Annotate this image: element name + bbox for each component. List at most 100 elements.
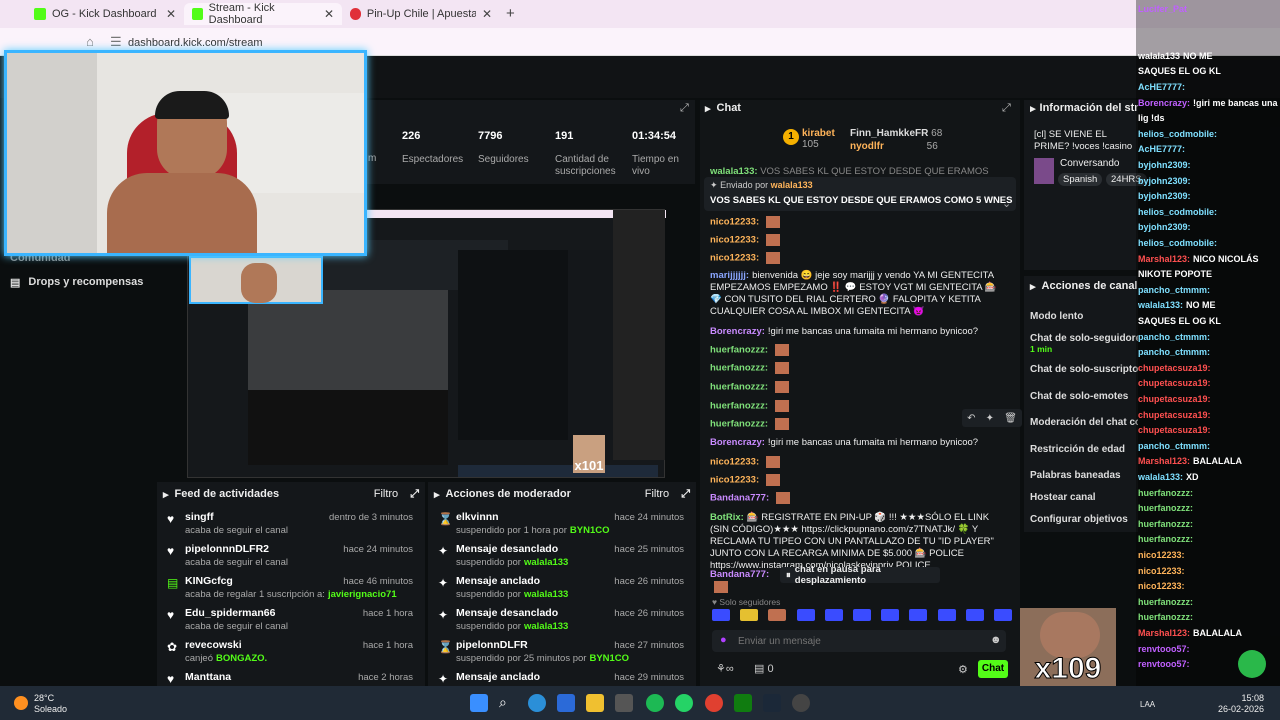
filter-button[interactable]: Filtro [645, 488, 669, 500]
whatsapp-icon[interactable] [675, 694, 693, 712]
expand-icon[interactable]: ⤢ [410, 488, 419, 501]
settings-icon[interactable]: ⚙ [958, 663, 968, 676]
chevron-down-icon[interactable]: ⌄ [1002, 197, 1011, 210]
overlay-username: chupetacsuza19: [1138, 362, 1211, 373]
points-icon[interactable]: ⚘∞ [716, 662, 734, 675]
overlay-username: pancho_ctmmm: [1138, 440, 1211, 451]
url-input[interactable]: dashboard.kick.com/stream [128, 37, 263, 49]
chat-username: nico12233: [710, 474, 760, 486]
search-icon[interactable]: ⌕ [499, 694, 517, 712]
app-icon[interactable] [615, 694, 633, 712]
channel-action-item[interactable]: Chat de solo-emotes [1030, 391, 1138, 402]
chat-username: nico12233: [710, 252, 760, 264]
new-tab-icon[interactable]: + [506, 5, 515, 22]
reply-icon[interactable]: ↶ [967, 413, 975, 424]
pin-icon[interactable]: ✦ [986, 413, 994, 424]
channel-action-item[interactable]: Chat de solo-seguidores [1030, 333, 1138, 344]
channel-action-item[interactable]: Configurar objetivos [1030, 514, 1138, 525]
overlay-chat-line [1138, 33, 1278, 47]
edge-icon[interactable] [528, 694, 546, 712]
chat-message: nico12233: [710, 252, 1010, 265]
chat-text: 🎰 REGISTRATE EN PIN-UP 🎲 !!! ★★★SÓLO EL … [710, 512, 994, 571]
mod-action-title[interactable]: pipelonnDLFR [456, 639, 528, 651]
hourglass-icon: ⌛ [438, 640, 453, 654]
activity-username[interactable]: KINGcfcg [185, 575, 233, 587]
pinned-message[interactable]: ✦ Enviado por walala133 VOS SABES KL QUE… [704, 177, 1016, 211]
folder-icon[interactable] [586, 694, 604, 712]
emoji-icon[interactable]: ☻ [990, 634, 1002, 646]
obs-icon[interactable] [792, 694, 810, 712]
activity-description: acaba de seguir el canal [185, 525, 288, 536]
activity-username[interactable]: revecowski [185, 639, 242, 651]
clock[interactable]: 15:08 26-02-2026 [1218, 693, 1264, 715]
start-icon[interactable] [470, 694, 488, 712]
chrome-icon[interactable] [705, 694, 723, 712]
filter-button[interactable]: Filtro [374, 488, 398, 500]
chat-paused-banner[interactable]: ⏸ chat en pausa para desplazamiento [780, 564, 940, 586]
store-icon[interactable] [557, 694, 575, 712]
activity-feed-header: ▸ Feed de actividades Filtro ⤢ [163, 484, 419, 504]
delete-icon[interactable]: 🗑 [1004, 413, 1017, 424]
chat-message: huerfanozzz: [710, 362, 1010, 375]
channel-action-item[interactable]: Hostear canal [1030, 492, 1138, 503]
pin-icon: ✦ [438, 576, 449, 590]
channel-action-item[interactable]: Modo lento [1030, 311, 1138, 322]
home-icon[interactable]: ⌂ [86, 34, 94, 49]
overlay-chat-line: huerfanozzz: [1138, 517, 1278, 531]
sidebar-item-drops[interactable]: ▤ Drops y recompensas [10, 276, 143, 289]
weather-widget[interactable]: 28°C Soleado [34, 693, 67, 715]
steam-icon[interactable] [763, 694, 781, 712]
keyboard-lang[interactable]: LAA [1140, 700, 1155, 709]
channel-action-item[interactable]: Moderación del chat con IA [1030, 417, 1138, 428]
channel-action-item[interactable]: Palabras baneadas [1030, 470, 1138, 481]
send-chat-button[interactable]: Chat [978, 660, 1008, 678]
emote-image [766, 456, 781, 468]
overlay-chat-line: nico12233: [1138, 548, 1278, 562]
expand-icon[interactable]: ⤢ [681, 488, 690, 501]
close-icon[interactable]: ✕ [324, 7, 334, 21]
mod-action-description: suspendido por walala133 [456, 621, 569, 632]
mod-action-time: hace 26 minutos [614, 608, 684, 619]
mod-action-row: ✦ Mensaje desanclado suspendido por walala1… [428, 540, 696, 570]
activity-username[interactable]: Manttana [185, 671, 231, 683]
kick-favicon-icon [34, 8, 46, 20]
spotify-icon[interactable] [646, 694, 664, 712]
activity-username[interactable]: pipelonnnDLFR2 [185, 543, 269, 555]
overlay-username: helios_codmobile: [1138, 128, 1218, 139]
mod-action-title[interactable]: Mensaje anclado [456, 671, 540, 683]
close-icon[interactable]: ✕ [482, 7, 492, 21]
tab-og-dashboard[interactable]: OG - Kick Dashboard ✕ [26, 3, 184, 25]
mic-icon[interactable]: ● [720, 634, 727, 646]
x109-label: x109 [1034, 652, 1102, 686]
overlay-chat-line: huerfanozzz: [1138, 486, 1278, 500]
xbox-icon[interactable] [734, 694, 752, 712]
overlay-chat-line: huerfanozzz: [1138, 532, 1278, 546]
channel-action-item[interactable]: Chat de solo-suscriptores [1030, 364, 1138, 375]
spotify-mini-icon [1238, 650, 1266, 678]
tab-stream-dashboard[interactable]: Stream - Kick Dashboard ✕ [184, 2, 342, 26]
overlay-text: !giri me bancas una fumaita mi hermano b… [1193, 97, 1278, 108]
activity-time: hace 1 hora [362, 608, 413, 619]
message-input-box[interactable]: ● ☻ [712, 630, 1006, 652]
top-gifter-2: Finn_HamkkeFR 68 [850, 128, 943, 139]
tab-pinup[interactable]: Pin-Up Chile | Apuestas y Casin ✕ [342, 3, 500, 25]
activity-username[interactable]: singff [185, 511, 214, 523]
mod-actions-header: ▸ Acciones de moderador Filtro ⤢ [434, 484, 690, 504]
chat-username: huerfanozzz: [710, 344, 769, 356]
top-gifter-badge: 1 [783, 129, 799, 145]
site-info-icon[interactable]: ☰ [110, 34, 122, 50]
pause-icon: ⏸ [786, 569, 791, 581]
channel-action-item[interactable]: Restricción de edad [1030, 444, 1138, 455]
close-icon[interactable]: ✕ [166, 7, 176, 21]
overlay-chat-line: helios_codmobile: [1138, 205, 1278, 219]
mod-action-title[interactable]: Mensaje desanclado [456, 607, 558, 619]
message-input[interactable] [738, 633, 978, 649]
mod-action-title[interactable]: Mensaje desanclado [456, 543, 558, 555]
mod-action-title[interactable]: elkvinnn [456, 511, 499, 523]
webcam-overlay [4, 50, 367, 256]
expand-icon[interactable]: ⤢ [1002, 102, 1011, 115]
mod-action-title[interactable]: Mensaje anclado [456, 575, 540, 587]
expand-icon[interactable]: ⤢ [680, 102, 689, 115]
overlay-username: pancho_ctmmm: [1138, 331, 1211, 342]
activity-username[interactable]: Edu_spiderman66 [185, 607, 275, 619]
